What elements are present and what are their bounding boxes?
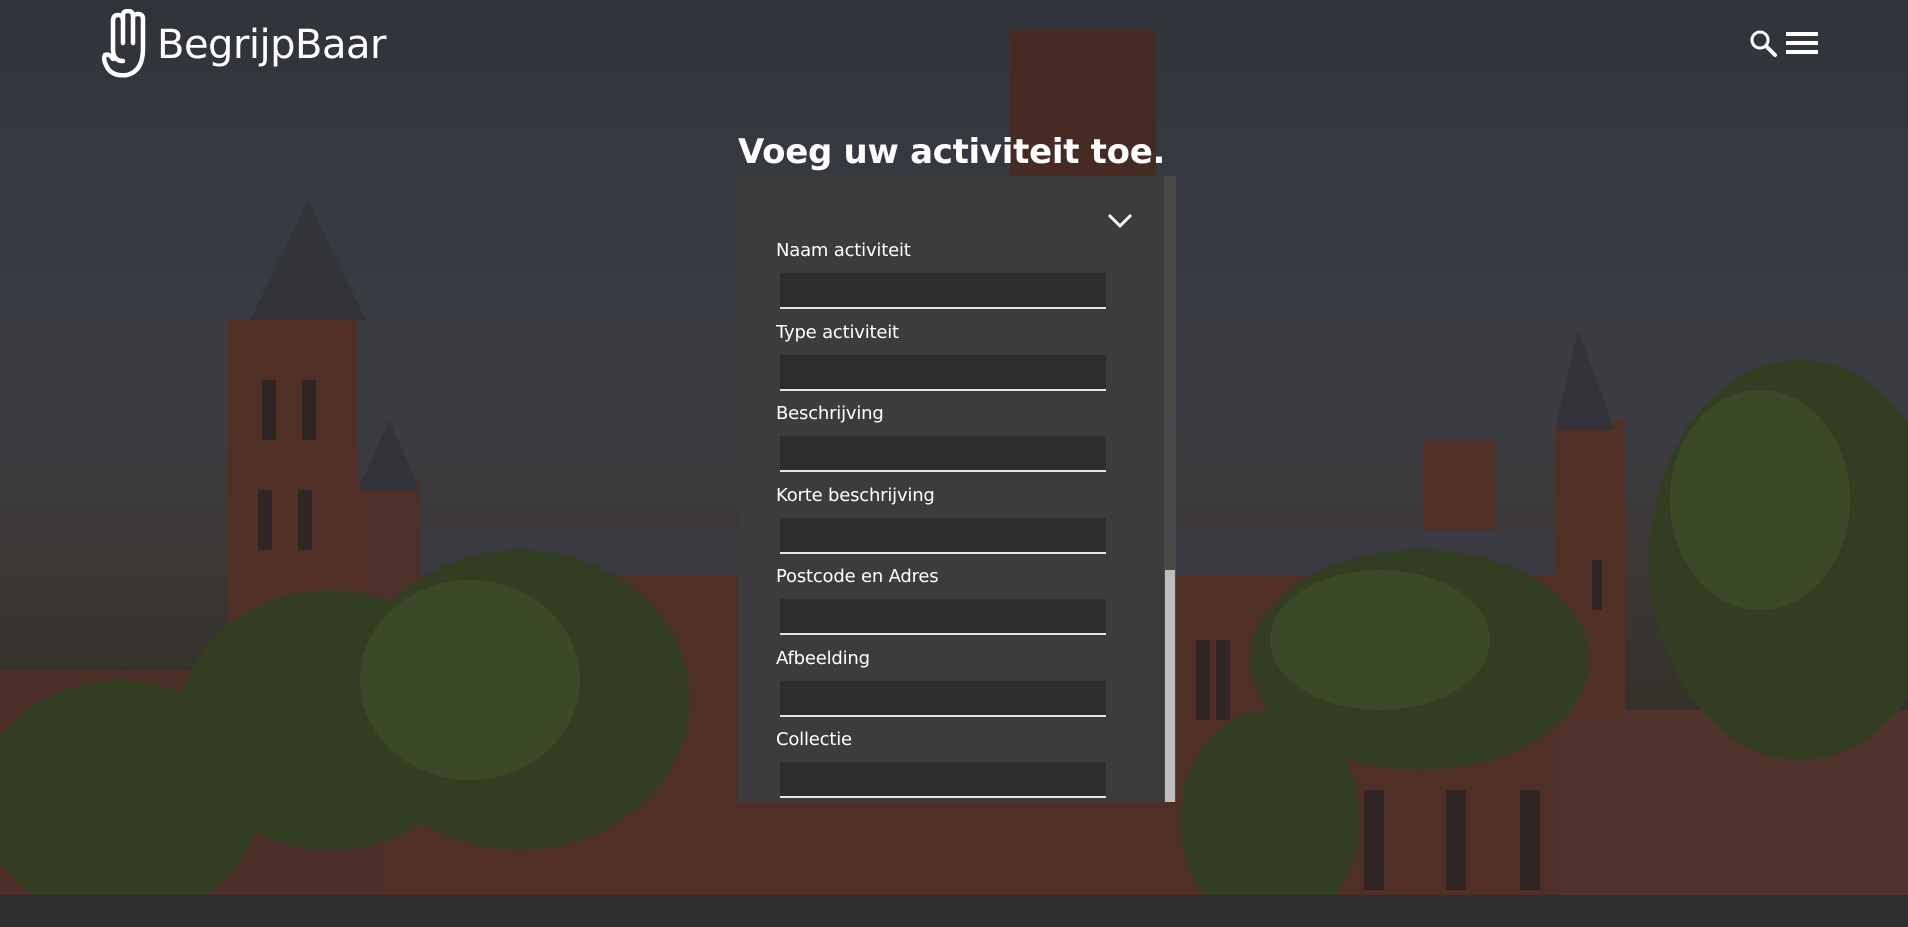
header-actions	[1748, 28, 1820, 58]
field-label: Beschrijving	[776, 403, 884, 424]
field-label: Afbeelding	[776, 647, 870, 669]
logo[interactable]: BegrijpBaar	[99, 9, 386, 81]
chevron-down-icon[interactable]	[1106, 211, 1134, 231]
form-scrollbar[interactable]	[1164, 176, 1176, 802]
form-fields: Naam activiteit Type activiteit Beschrij…	[776, 238, 1116, 802]
form-title: Voeg uw activiteit toe.	[738, 132, 1166, 172]
page: BegrijpBaar Voeg uw activiteit toe. Naam…	[0, 0, 1908, 927]
search-icon[interactable]	[1748, 28, 1778, 58]
postcode-adres-input[interactable]	[780, 599, 1106, 635]
logo-text: BegrijpBaar	[157, 22, 386, 68]
field-korte-beschrijving: Korte beschrijving	[776, 483, 1116, 565]
collectie-input[interactable]	[780, 762, 1106, 798]
type-activiteit-input[interactable]	[780, 354, 1106, 391]
naam-activiteit-input[interactable]	[780, 273, 1106, 309]
field-postcode-adres: Postcode en Adres	[776, 564, 1116, 646]
scrollbar-thumb[interactable]	[1165, 570, 1175, 802]
field-naam-activiteit: Naam activiteit	[776, 238, 1116, 320]
field-beschrijving: Beschrijving	[776, 401, 1116, 483]
field-label: Naam activiteit	[776, 240, 911, 261]
field-label: Type activiteit	[776, 321, 899, 343]
field-label: Korte beschrijving	[776, 484, 935, 506]
field-afbeelding: Afbeelding	[776, 646, 1116, 728]
field-label: Postcode en Adres	[776, 566, 939, 587]
korte-beschrijving-input[interactable]	[780, 517, 1106, 554]
field-type-activiteit: Type activiteit	[776, 320, 1116, 402]
field-label: Collectie	[776, 729, 852, 750]
beschrijving-input[interactable]	[780, 436, 1106, 472]
activity-form-panel: Naam activiteit Type activiteit Beschrij…	[738, 176, 1176, 802]
afbeelding-input[interactable]	[780, 680, 1106, 717]
field-collectie: Collectie	[776, 727, 1116, 802]
hand-logo-icon	[101, 9, 146, 78]
hamburger-menu-icon[interactable]	[1784, 28, 1820, 58]
